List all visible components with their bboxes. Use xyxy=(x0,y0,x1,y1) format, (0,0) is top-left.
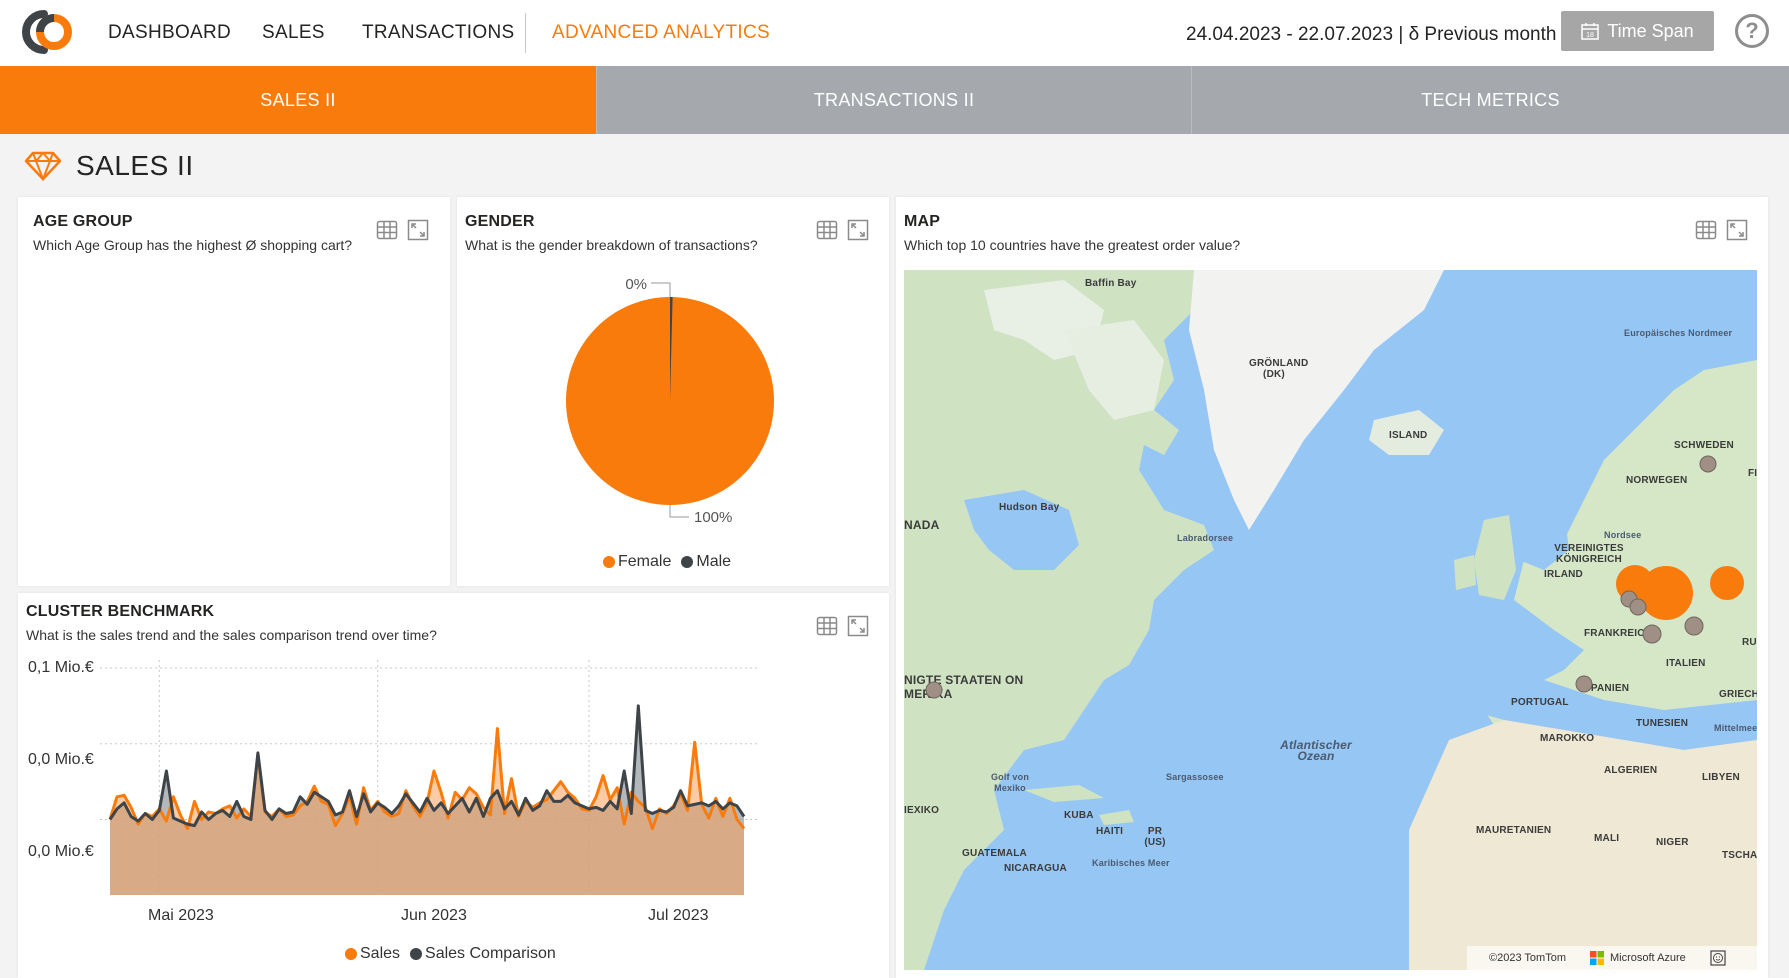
bubble-spain[interactable] xyxy=(1575,675,1593,693)
time-span-label: Time Span xyxy=(1607,20,1694,41)
legend-sales-comparison-label: Sales Comparison xyxy=(425,945,556,962)
nav-transactions[interactable]: TRANSACTIONS xyxy=(362,0,514,66)
legend-sales-comparison[interactable]: Sales Comparison xyxy=(410,945,556,963)
bubble-switzerland[interactable] xyxy=(1642,624,1662,644)
map-attribution-bar: ©2023 TomTom Microsoft Azure xyxy=(1467,946,1757,970)
legend-female-label: Female xyxy=(618,553,672,570)
table-view-icon[interactable] xyxy=(1695,219,1717,241)
date-range-display: 24.04.2023 - 22.07.2023 | δ Previous mon… xyxy=(1186,24,1557,45)
label-leader-bottom xyxy=(669,505,689,518)
legend-female[interactable]: Female xyxy=(603,553,671,571)
svg-text:18: 18 xyxy=(1586,32,1594,39)
bubble-sweden[interactable] xyxy=(1699,455,1717,473)
calendar-icon: 18 xyxy=(1581,23,1600,40)
sales-dot-icon xyxy=(345,948,357,960)
tab-tech-metrics[interactable]: TECH METRICS xyxy=(1191,66,1789,134)
expand-icon[interactable] xyxy=(407,219,429,241)
female-dot-icon xyxy=(603,556,615,568)
nav-divider xyxy=(525,13,526,53)
diamond-icon xyxy=(24,151,62,181)
help-icon[interactable]: ? xyxy=(1735,14,1769,48)
microsoft-logo-icon xyxy=(1590,951,1604,965)
x-tick-label: Mai 2023 xyxy=(148,907,214,924)
pie-label-male: 0% xyxy=(625,276,647,293)
legend-male[interactable]: Male xyxy=(681,553,731,571)
x-tick-label: Jul 2023 xyxy=(648,907,709,924)
age-group-subtitle: Which Age Group has the highest Ø shoppi… xyxy=(33,237,353,253)
x-tick-label: Jun 2023 xyxy=(401,907,467,924)
map-attribution: ©2023 TomTom xyxy=(1489,952,1566,964)
bubble-usa[interactable] xyxy=(925,681,943,699)
nav-sales[interactable]: SALES xyxy=(262,0,325,66)
map-view[interactable]: Baffin Bay GRÖNLAND (DK) ISLAND Europäis… xyxy=(904,270,1757,970)
legend-sales[interactable]: Sales xyxy=(345,945,400,963)
pie-label-female: 100% xyxy=(694,509,732,526)
tab-sales-ii[interactable]: SALES II xyxy=(0,66,596,134)
bubble-luxembourg[interactable] xyxy=(1629,598,1647,616)
top-bar: DASHBOARD SALES TRANSACTIONS ADVANCED AN… xyxy=(0,0,1789,66)
gender-legend: Female Male xyxy=(603,553,735,571)
tab-transactions-ii[interactable]: TRANSACTIONS II xyxy=(596,66,1191,134)
cluster-benchmark-card: CLUSTER BENCHMARK What is the sales tren… xyxy=(18,593,889,978)
nav-dashboard[interactable]: DASHBOARD xyxy=(108,0,231,66)
legend-male-label: Male xyxy=(696,553,732,570)
map-title: MAP xyxy=(904,213,941,230)
age-group-title: AGE GROUP xyxy=(33,213,133,230)
label-leader-top xyxy=(651,282,671,297)
age-group-card: AGE GROUP Which Age Group has the highes… xyxy=(18,197,450,586)
sales-comparison-dot-icon xyxy=(410,948,423,960)
map-card: MAP Which top 10 countries have the grea… xyxy=(896,197,1768,978)
legend-sales-label: Sales xyxy=(360,945,401,962)
gender-pie-chart: 0% 100% xyxy=(566,276,774,526)
table-view-icon[interactable] xyxy=(376,219,398,241)
bubble-poland[interactable] xyxy=(1710,566,1744,600)
page-title: SALES II xyxy=(76,150,194,181)
expand-icon[interactable] xyxy=(1726,219,1748,241)
map-subtitle: Which top 10 countries have the greatest… xyxy=(904,237,1241,253)
feedback-smiley-icon[interactable] xyxy=(1710,950,1726,966)
company-logo-icon[interactable] xyxy=(14,8,82,56)
map-actions xyxy=(1695,219,1748,241)
age-group-actions xyxy=(376,219,429,241)
page-header: SALES II xyxy=(24,150,194,182)
map-bubbles xyxy=(925,455,1744,699)
sub-tabs: SALES II TRANSACTIONS II TECH METRICS xyxy=(0,66,1789,134)
bubble-austria[interactable] xyxy=(1684,616,1704,636)
male-dot-icon xyxy=(681,556,694,568)
time-span-button[interactable]: 18 Time Span xyxy=(1561,11,1714,51)
nav-advanced-analytics[interactable]: ADVANCED ANALYTICS xyxy=(552,0,770,66)
cluster-legend: Sales Sales Comparison xyxy=(345,945,560,963)
map-provider: Microsoft Azure xyxy=(1610,952,1686,964)
gender-card: GENDER What is the gender breakdown of t… xyxy=(457,197,889,586)
